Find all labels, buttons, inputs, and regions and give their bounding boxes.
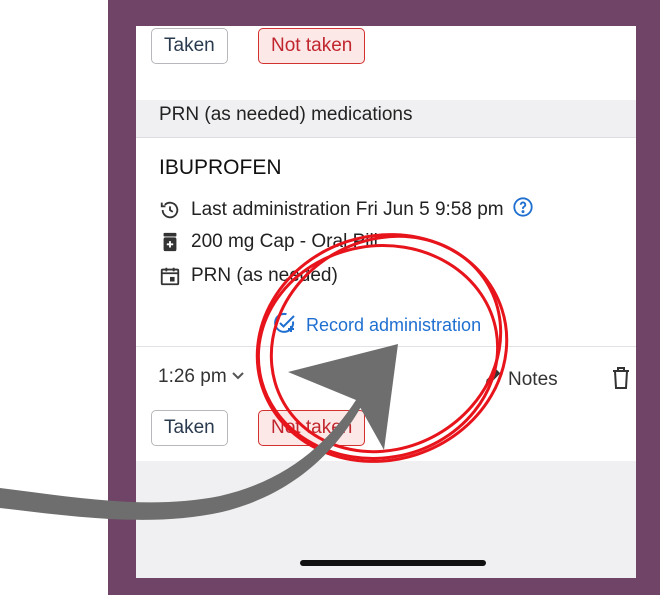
dose-row: 200 mg Cap - Oral Pill	[159, 231, 378, 253]
history-icon	[159, 199, 181, 221]
divider	[136, 346, 636, 347]
dose-text: 200 mg Cap - Oral Pill	[191, 231, 378, 252]
notes-button[interactable]: Notes	[482, 366, 558, 394]
trash-icon[interactable]	[610, 366, 632, 395]
medication-card: IBUPROFEN Last administration Fri Jun 5 …	[136, 137, 636, 461]
taken-button[interactable]: Taken	[151, 28, 228, 64]
last-administration-text: Last administration Fri Jun 5 9:58 pm	[191, 199, 504, 220]
schedule-row: PRN (as needed)	[159, 265, 338, 287]
medication-name: IBUPROFEN	[159, 156, 282, 179]
phone-screen: Taken Not taken PRN (as needed) medicati…	[136, 26, 636, 578]
time-selector[interactable]: 1:26 pm	[158, 366, 245, 388]
section-title: PRN (as needed) medications	[159, 104, 413, 125]
last-administration-row: Last administration Fri Jun 5 9:58 pm	[159, 196, 534, 224]
notes-label: Notes	[508, 369, 558, 390]
taken-button[interactable]: Taken	[151, 410, 228, 446]
pencil-icon	[482, 366, 504, 394]
calendar-icon	[159, 265, 181, 287]
not-taken-button[interactable]: Not taken	[258, 410, 366, 446]
record-plus-check-icon	[272, 310, 298, 341]
chevron-down-icon	[231, 366, 245, 388]
not-taken-button[interactable]: Not taken	[258, 28, 366, 64]
home-indicator	[300, 560, 486, 566]
time-value: 1:26 pm	[158, 366, 227, 387]
record-administration-label: Record administration	[306, 315, 482, 335]
previous-medication-card: Taken Not taken	[136, 26, 636, 100]
record-administration-button[interactable]: Record administration	[272, 310, 481, 341]
schedule-text: PRN (as needed)	[191, 265, 338, 286]
pill-bottle-icon	[159, 231, 181, 253]
help-circle-icon[interactable]	[512, 196, 534, 224]
